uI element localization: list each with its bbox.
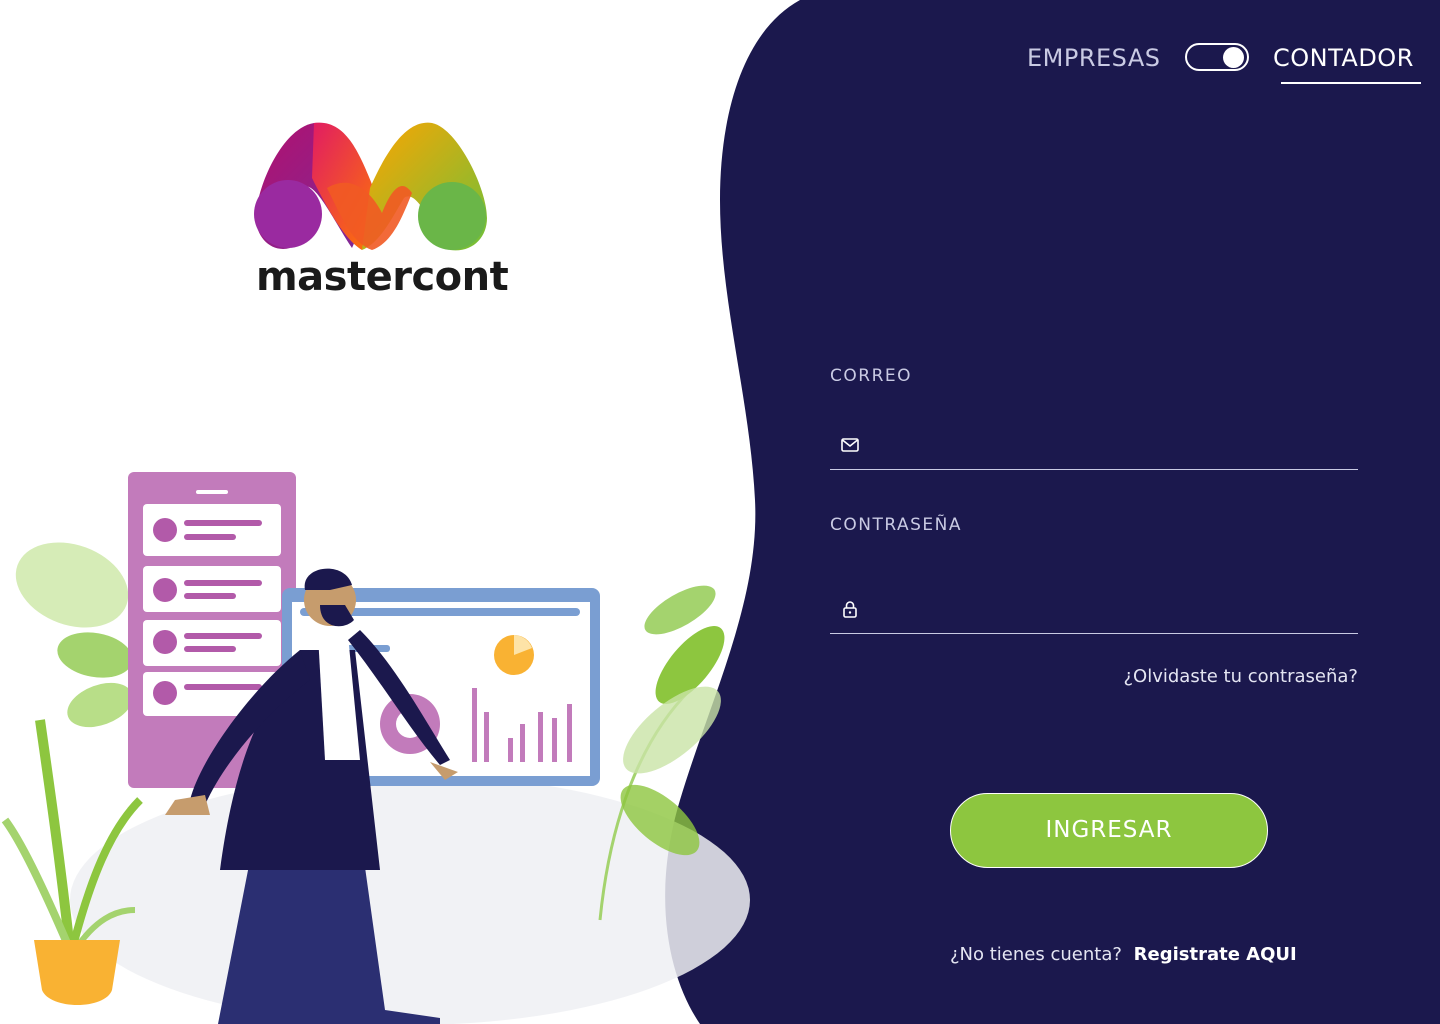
active-mode-underline — [1281, 82, 1421, 84]
register-prompt-text: ¿No tienes cuenta? — [950, 944, 1122, 965]
toggle-knob — [1223, 47, 1244, 68]
mode-switch: EMPRESAS CONTADOR — [1000, 38, 1440, 98]
forgot-password-link[interactable]: ¿Olvidaste tu contraseña? — [1123, 666, 1358, 687]
register-prompt: ¿No tienes cuenta? Registrate AQUI — [950, 944, 1297, 965]
register-link[interactable]: Registrate AQUI — [1134, 944, 1297, 965]
illustration — [1, 472, 750, 1024]
password-label: CONTRASEÑA — [830, 515, 962, 535]
login-button[interactable]: INGRESAR — [950, 793, 1268, 868]
lock-icon — [843, 601, 857, 618]
mail-icon — [841, 438, 859, 452]
email-field-wrapper — [830, 419, 1358, 470]
mode-contador[interactable]: CONTADOR — [1273, 44, 1414, 72]
mode-empresas[interactable]: EMPRESAS — [1027, 44, 1161, 72]
password-input[interactable] — [872, 583, 1356, 633]
email-input[interactable] — [872, 419, 1356, 469]
password-field-wrapper — [830, 583, 1358, 634]
email-label: CORREO — [830, 366, 912, 386]
mode-toggle[interactable] — [1185, 43, 1249, 71]
brand-name: mastercont — [256, 254, 509, 300]
